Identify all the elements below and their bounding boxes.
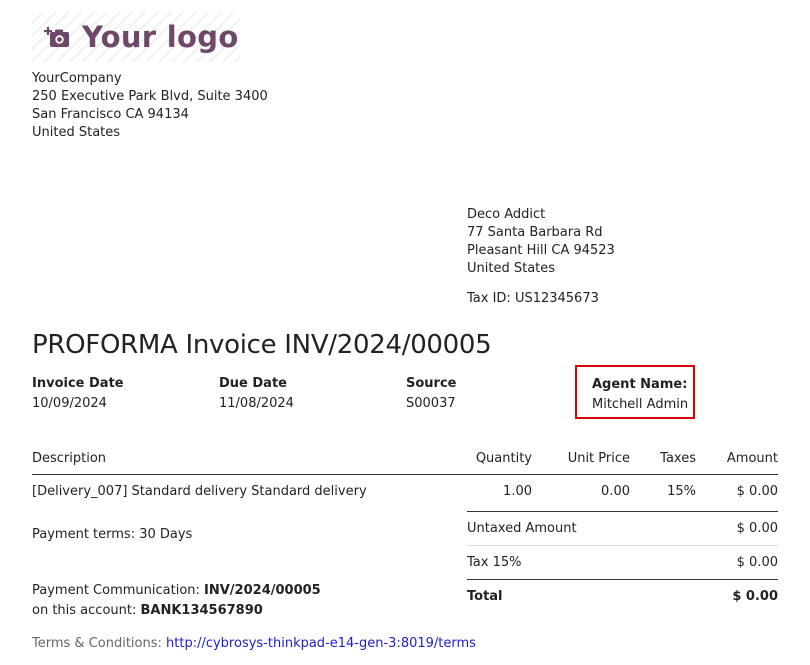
line-unit-price: 0.00 [601, 484, 630, 499]
header-taxes: Taxes [630, 444, 696, 475]
total-label: Total [467, 589, 503, 604]
invoice-title: PROFORMA Invoice INV/2024/00005 [32, 330, 492, 360]
header-unit-price: Unit Price [532, 444, 630, 475]
customer-name: Deco Addict [467, 207, 546, 222]
due-date-value: 11/08/2024 [219, 396, 294, 411]
line-quantity: 1.00 [503, 484, 532, 499]
invoice-date-block: Invoice Date 10/09/2024 [32, 376, 124, 412]
header-quantity: Quantity [467, 444, 532, 475]
payment-account-label: on this account: [32, 603, 141, 618]
tax-row: Tax 15% $ 0.00 [467, 545, 778, 579]
payment-communication: Payment Communication: INV/2024/00005 on… [32, 581, 321, 621]
invoice-date-value: 10/09/2024 [32, 396, 107, 411]
line-taxes: 15% [667, 484, 696, 499]
terms-link[interactable]: http://cybrosys-thinkpad-e14-gen-3:8019/… [166, 636, 476, 651]
camera-plus-icon [44, 27, 69, 47]
invoice-lines-table: Description Quantity Unit Price Taxes Am… [32, 444, 778, 507]
company-logo: Your logo [32, 12, 240, 62]
agent-name-value: Mitchell Admin [592, 397, 689, 412]
payment-comm-value: INV/2024/00005 [204, 583, 321, 598]
source-block: Source S00037 [406, 376, 456, 412]
agent-name-label: Agent Name: [592, 377, 688, 392]
untaxed-value: $ 0.00 [736, 521, 778, 536]
customer-city: Pleasant Hill CA 94523 [467, 243, 615, 258]
header-amount: Amount [696, 444, 778, 475]
untaxed-row: Untaxed Amount $ 0.00 [467, 511, 778, 545]
customer-street: 77 Santa Barbara Rd [467, 225, 603, 240]
customer-tax-id: Tax ID: US12345673 [467, 291, 599, 306]
terms-label: Terms & Conditions: [32, 636, 167, 651]
header-description: Description [32, 444, 467, 475]
totals-block: Untaxed Amount $ 0.00 Tax 15% $ 0.00 Tot… [467, 511, 778, 613]
company-country: United States [32, 125, 121, 140]
payment-account-value: BANK134567890 [140, 603, 263, 618]
company-street: 250 Executive Park Blvd, Suite 3400 [32, 89, 268, 104]
due-date-block: Due Date 11/08/2024 [219, 376, 294, 412]
table-header-row: Description Quantity Unit Price Taxes Am… [32, 444, 778, 475]
logo-text: Your logo [82, 20, 239, 54]
source-value: S00037 [406, 396, 456, 411]
payment-terms: Payment terms: 30 Days [32, 527, 193, 542]
total-value: $ 0.00 [732, 589, 778, 604]
untaxed-label: Untaxed Amount [467, 521, 577, 536]
source-label: Source [406, 376, 457, 391]
company-city: San Francisco CA 94134 [32, 107, 189, 122]
table-row: [Delivery_007] Standard delivery Standar… [32, 475, 778, 508]
company-address: YourCompany 250 Executive Park Blvd, Sui… [32, 70, 268, 142]
line-description: [Delivery_007] Standard delivery Standar… [32, 484, 367, 499]
payment-comm-label: Payment Communication: [32, 583, 205, 598]
tax-label: Tax 15% [467, 555, 522, 570]
customer-country: United States [467, 261, 556, 276]
line-amount: $ 0.00 [736, 484, 778, 499]
invoice-date-label: Invoice Date [32, 376, 124, 391]
company-name: YourCompany [32, 71, 122, 86]
due-date-label: Due Date [219, 376, 287, 391]
terms-conditions: Terms & Conditions: http://cybrosys-thin… [32, 636, 476, 651]
agent-highlight-box: Agent Name: Mitchell Admin [575, 365, 695, 419]
tax-value: $ 0.00 [736, 555, 778, 570]
total-row: Total $ 0.00 [467, 579, 778, 613]
customer-address: Deco Addict 77 Santa Barbara Rd Pleasant… [467, 206, 615, 278]
